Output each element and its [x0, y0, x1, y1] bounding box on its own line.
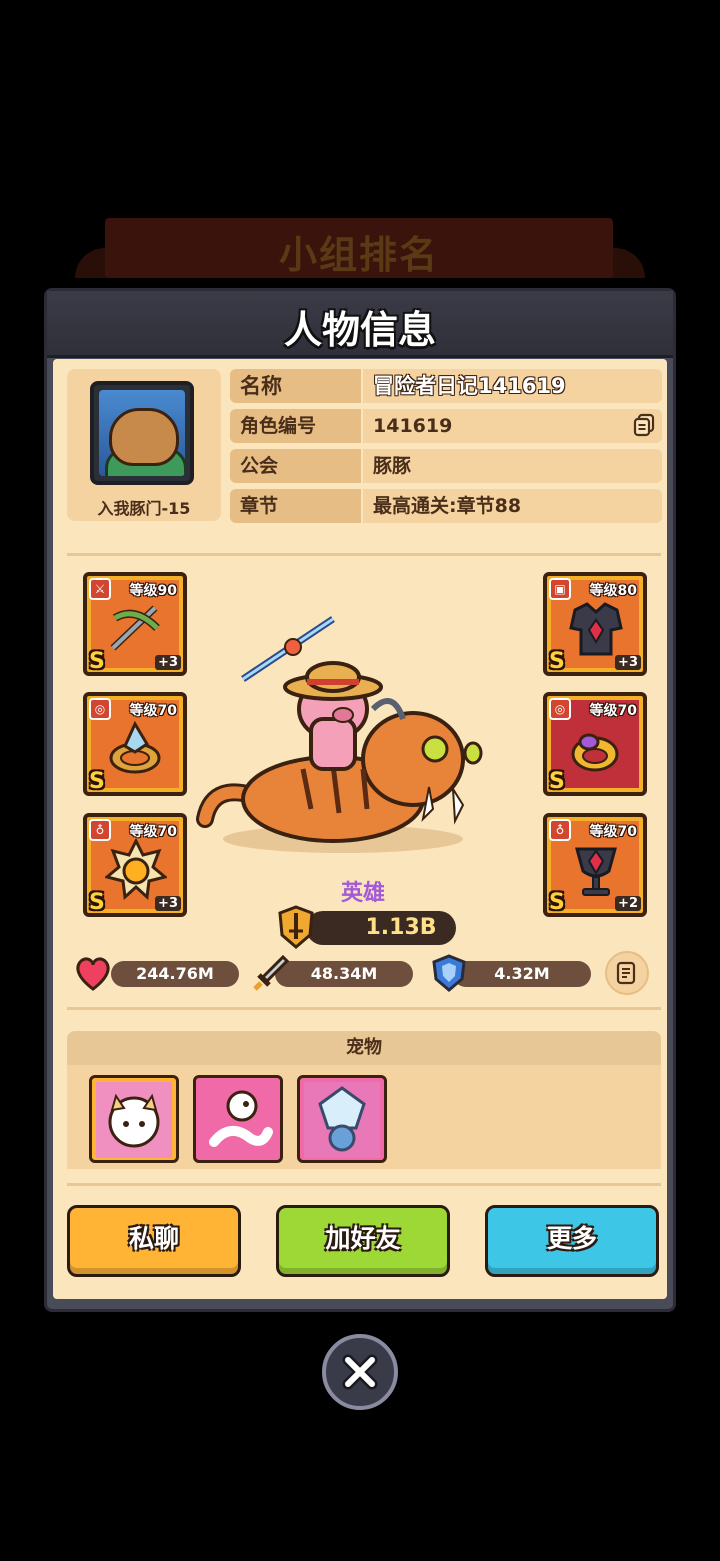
equipment-slot-armor[interactable]: ▣ 等级80 S +3 — [543, 572, 647, 676]
amulet-type-icon: ♁ — [549, 819, 571, 841]
more-button[interactable]: 更多 — [485, 1205, 659, 1277]
info-row-chapter: 章节 最高通关:章节88 — [230, 489, 662, 523]
private-chat-button[interactable]: 私聊 — [67, 1205, 241, 1277]
avatar-caption: 入我豚门-15 — [97, 499, 191, 518]
hp-stat-bar: 244.76M — [111, 961, 239, 987]
equipment-slot-ring[interactable]: ◎ 等级70 S — [83, 692, 187, 796]
dark-chalice-icon — [575, 847, 617, 896]
pet-slot-1[interactable] — [89, 1075, 179, 1163]
armor-type-icon: ▣ — [549, 578, 571, 600]
equipment-level: 等级70 — [129, 824, 177, 840]
ice-crystal-pet-icon — [304, 1082, 380, 1158]
sword-icon — [253, 954, 290, 991]
equipment-plus: +2 — [615, 896, 641, 911]
background-banner: 小组排名 — [105, 218, 613, 278]
combat-power-bar: 1.13B — [306, 911, 456, 945]
modal-header: 人物信息 — [47, 291, 673, 358]
player-name: 冒险者日记141619 — [363, 369, 662, 403]
crossbow-icon — [110, 605, 160, 651]
heart-icon — [76, 957, 110, 991]
hp-value: 244.76M — [136, 964, 214, 983]
info-row-name: 名称 冒险者日记141619 — [230, 369, 662, 403]
equipment-level: 等级80 — [589, 583, 637, 599]
equipment-rank: S — [89, 649, 105, 674]
highest-chapter: 最高通关:章节88 — [363, 489, 662, 523]
equipment-rank: S — [549, 769, 565, 794]
equipment-level: 等级70 — [589, 703, 637, 719]
close-icon — [342, 1354, 378, 1390]
pets-list — [67, 1065, 661, 1169]
equipment-level: 等级70 — [129, 703, 177, 719]
info-key: 章节 — [230, 489, 361, 523]
amulet-type-icon: ♁ — [89, 819, 111, 841]
defense-value: 4.32M — [494, 964, 550, 983]
gold-ring-icon — [571, 733, 619, 772]
equipment-plus: +3 — [155, 655, 181, 670]
modal-title: 人物信息 — [283, 308, 436, 352]
copy-icon[interactable] — [632, 413, 656, 437]
weapon-type-icon: ⚔ — [89, 578, 111, 600]
capybara-portrait-icon — [99, 390, 185, 476]
add-friend-button[interactable]: 加好友 — [276, 1205, 450, 1277]
stats-detail-button[interactable] — [605, 951, 649, 995]
shield-icon — [432, 954, 466, 992]
equipment-rank: S — [549, 890, 565, 915]
equipment-rank: S — [89, 769, 105, 794]
info-key: 公会 — [230, 449, 361, 483]
background-banner-title: 小组排名 — [278, 233, 439, 277]
crystal-ring-icon — [109, 720, 161, 774]
equipment-rank: S — [549, 649, 565, 674]
document-list-icon — [616, 961, 636, 985]
equipment-slot-weapon[interactable]: ⚔ 等级90 S +3 — [83, 572, 187, 676]
sun-medal-icon — [105, 839, 167, 901]
divider — [67, 1183, 661, 1186]
equipment-slot-ring-2[interactable]: ◎ 等级70 S — [543, 692, 647, 796]
cat-girl-pet-icon — [96, 1082, 172, 1158]
equipment-level: 等级90 — [129, 583, 177, 599]
divider — [67, 1007, 661, 1010]
hero-label: 英雄 — [340, 881, 385, 906]
info-key: 角色编号 — [230, 409, 361, 443]
dark-armor-icon — [569, 602, 623, 656]
defense-stat-bar: 4.32M — [453, 961, 591, 987]
combat-power-value: 1.13B — [365, 915, 437, 940]
equipment-slot-chalice[interactable]: ♁ 等级70 S +2 — [543, 813, 647, 917]
close-button[interactable] — [322, 1334, 398, 1410]
pet-slot-2[interactable] — [193, 1075, 283, 1163]
pets-section-header: 宠物 — [67, 1031, 661, 1065]
sword-shield-icon — [278, 905, 314, 949]
info-key: 名称 — [230, 369, 361, 403]
avatar[interactable] — [90, 381, 194, 485]
modal-content-panel: 入我豚门-15 名称 冒险者日记141619 角色编号 141619 公会 豚豚… — [53, 359, 667, 1299]
ring-type-icon: ◎ — [549, 698, 571, 720]
equipment-plus: +3 — [155, 896, 181, 911]
equipment-level: 等级70 — [589, 824, 637, 840]
equipment-plus: +3 — [615, 655, 641, 670]
divider — [67, 553, 661, 556]
guild-name: 豚豚 — [363, 449, 662, 483]
pet-slot-3[interactable] — [297, 1075, 387, 1163]
avatar-card[interactable]: 入我豚门-15 — [67, 369, 221, 521]
equipment-rank: S — [89, 890, 105, 915]
info-row-guild: 公会 豚豚 — [230, 449, 662, 483]
attack-value: 48.34M — [310, 964, 378, 983]
player-id: 141619 — [363, 409, 662, 443]
hero-mount-illustration — [196, 616, 483, 853]
pink-dragon-pet-icon — [200, 1082, 276, 1158]
attack-stat-bar: 48.34M — [275, 961, 413, 987]
info-row-id: 角色编号 141619 — [230, 409, 662, 443]
ring-type-icon: ◎ — [89, 698, 111, 720]
character-info-modal: 人物信息 入我豚门-15 名称 冒险者日记141619 角色编号 141619 — [44, 288, 676, 1312]
equipment-slot-medal[interactable]: ♁ 等级70 S +3 — [83, 813, 187, 917]
